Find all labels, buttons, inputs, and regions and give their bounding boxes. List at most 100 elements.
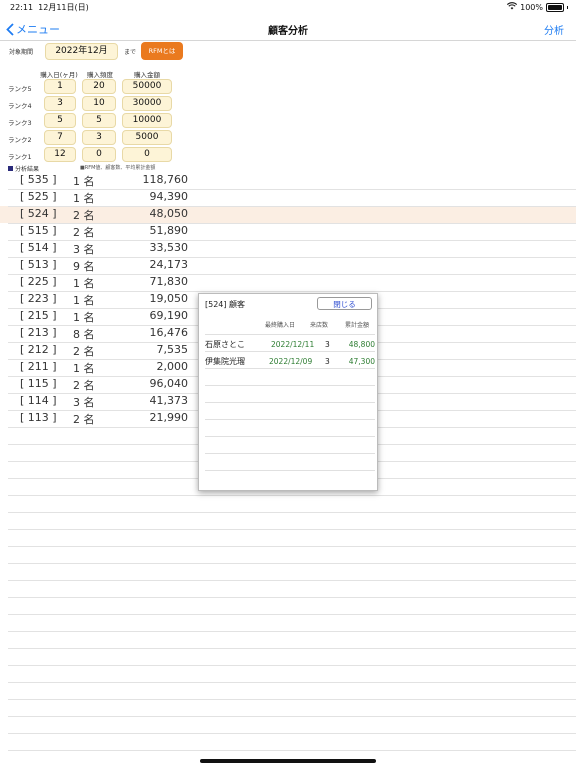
analyze-button[interactable]: 分析 [544, 22, 564, 37]
popup-customer-total: 48,800 [348, 340, 375, 349]
result-code: [ 113 ] [20, 411, 57, 424]
row-divider [8, 223, 576, 224]
result-row[interactable]: [ 525 ] 1 名 94,390 [0, 189, 576, 206]
result-code: [ 115 ] [20, 377, 57, 390]
result-amount: 33,530 [149, 241, 189, 254]
result-amount: 48,050 [149, 207, 189, 220]
rank2-monetary[interactable]: 5000 [122, 130, 172, 145]
popup-row-divider [205, 470, 375, 471]
popup-header-visits: 来店数 [310, 322, 329, 329]
row-divider [8, 716, 576, 717]
rank5-frequency[interactable]: 20 [82, 79, 116, 94]
popup-customer-name[interactable]: 石原さとこ [205, 339, 245, 350]
battery-percent: 100% [520, 2, 543, 12]
row-divider [8, 563, 576, 564]
status-indicators: 100% [507, 2, 568, 12]
rank3-frequency[interactable]: 5 [82, 113, 116, 128]
rank2-frequency[interactable]: 3 [82, 130, 116, 145]
rank-label: ランク2 [8, 136, 32, 144]
status-date: 12月11日(日) [38, 3, 89, 12]
period-selector[interactable]: 2022年12月 [45, 43, 118, 60]
result-amount: 16,476 [149, 326, 189, 339]
row-divider [8, 189, 576, 190]
battery-icon [546, 2, 564, 12]
rank5-monetary[interactable]: 50000 [122, 79, 172, 94]
result-amount: 2,000 [156, 360, 189, 373]
result-amount: 96,040 [149, 377, 189, 390]
result-code: [ 514 ] [20, 241, 57, 254]
rank3-monetary[interactable]: 10000 [122, 113, 172, 128]
result-code: [ 515 ] [20, 224, 57, 237]
result-code: [ 225 ] [20, 275, 57, 288]
row-divider [8, 750, 576, 751]
header-recency: 購入日(ヶ月) [40, 71, 78, 79]
result-code: [ 215 ] [20, 309, 57, 322]
popup-customer-visits: 3 [325, 357, 330, 366]
popup-row-divider [205, 402, 375, 403]
result-code: [ 211 ] [20, 360, 57, 373]
result-code: [ 213 ] [20, 326, 57, 339]
result-count: 1 名 [73, 192, 95, 205]
result-amount: 71,830 [149, 275, 189, 288]
result-row[interactable]: [ 535 ] 1 名 118,760 [0, 172, 576, 189]
result-code: [ 513 ] [20, 258, 57, 271]
popup-customer-date: 2022/12/11 [271, 340, 315, 349]
result-count: 2 名 [73, 345, 95, 358]
rank1-monetary[interactable]: 0 [122, 147, 172, 162]
rank3-recency[interactable]: 5 [44, 113, 76, 128]
result-amount: 51,890 [149, 224, 189, 237]
customer-popup: [524] 顧客 閉じる 最終購入日 来店数 累計金額 石原さとこ 2022/1… [198, 293, 378, 491]
result-count: 1 名 [73, 175, 95, 188]
result-code: [ 114 ] [20, 394, 57, 407]
row-divider [8, 206, 576, 207]
result-count: 2 名 [73, 413, 95, 426]
result-row[interactable]: [ 515 ] 2 名 51,890 [0, 223, 576, 240]
popup-row-divider [205, 453, 375, 454]
row-divider [8, 665, 576, 666]
rank4-monetary[interactable]: 30000 [122, 96, 172, 111]
status-clock: 22:11 [10, 3, 34, 12]
close-button[interactable]: 閉じる [317, 297, 372, 310]
rank2-recency[interactable]: 7 [44, 130, 76, 145]
result-code: [ 524 ] [20, 207, 57, 220]
rank4-frequency[interactable]: 10 [82, 96, 116, 111]
result-amount: 41,373 [149, 394, 189, 407]
result-count: 1 名 [73, 311, 95, 324]
popup-row-divider [205, 334, 375, 335]
result-count: 1 名 [73, 362, 95, 375]
popup-customer-name[interactable]: 伊集院光瑠 [205, 356, 245, 367]
result-amount: 19,050 [149, 292, 189, 305]
popup-row-divider [205, 385, 375, 386]
row-divider [8, 631, 576, 632]
popup-header-total: 累計金額 [345, 322, 370, 329]
row-divider [8, 529, 576, 530]
row-divider [8, 699, 576, 700]
result-row[interactable]: [ 513 ] 9 名 24,173 [0, 257, 576, 274]
row-divider [8, 512, 576, 513]
rank-label: ランク5 [8, 85, 32, 93]
result-count: 3 名 [73, 243, 95, 256]
rank1-frequency[interactable]: 0 [82, 147, 116, 162]
row-divider [8, 240, 576, 241]
result-amount: 24,173 [149, 258, 189, 271]
rank1-recency[interactable]: 12 [44, 147, 76, 162]
popup-row-divider [205, 436, 375, 437]
result-row[interactable]: [ 514 ] 3 名 33,530 [0, 240, 576, 257]
result-row[interactable]: [ 225 ] 1 名 71,830 [0, 274, 576, 291]
result-count: 2 名 [73, 379, 95, 392]
status-time: 22:11 12月11日(日) [10, 2, 89, 13]
popup-row-divider [205, 368, 375, 369]
result-amount: 94,390 [149, 190, 189, 203]
result-row[interactable]: [ 524 ] 2 名 48,050 [0, 206, 576, 223]
rfm-info-button[interactable]: RFMとは [141, 42, 183, 60]
rank-label: ランク4 [8, 102, 32, 110]
legend-square-icon [8, 166, 13, 171]
row-divider [8, 597, 576, 598]
page-title: 顧客分析 [268, 26, 308, 37]
result-count: 8 名 [73, 328, 95, 341]
rank5-recency[interactable]: 1 [44, 79, 76, 94]
result-amount: 21,990 [149, 411, 189, 424]
home-indicator[interactable] [200, 759, 376, 763]
nav-divider [0, 40, 576, 41]
rank4-recency[interactable]: 3 [44, 96, 76, 111]
